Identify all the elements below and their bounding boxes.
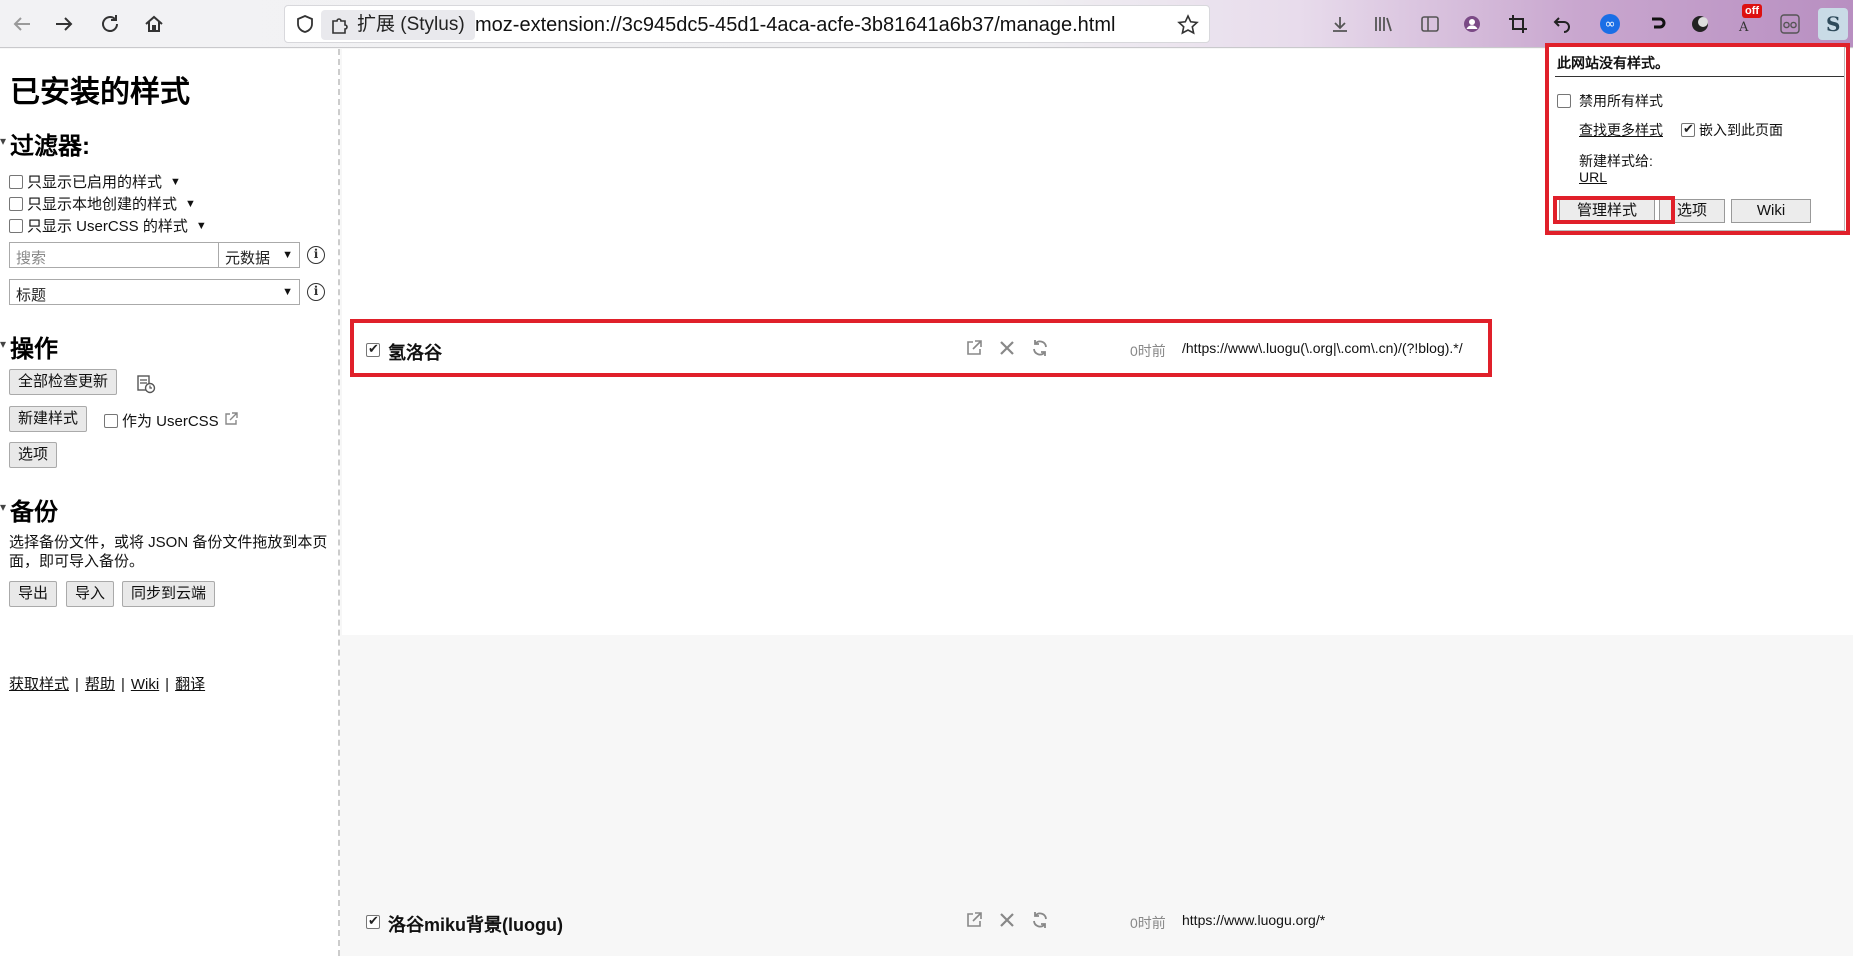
only-enabled-label: 只显示已启用的样式 (27, 174, 163, 191)
puzzle-icon (329, 15, 349, 35)
collapse-arrow-icon: ▾ (0, 500, 7, 514)
link-separator: | (165, 676, 170, 693)
link-separator: | (75, 676, 79, 693)
back-icon[interactable] (8, 10, 36, 38)
help-link[interactable]: 帮助 (85, 676, 115, 693)
highlight-outline (1553, 196, 1675, 224)
loop-extension-icon[interactable] (1644, 12, 1668, 36)
svg-text:S: S (1826, 12, 1840, 36)
search-scope-select[interactable]: 元数据 ▼ (218, 242, 300, 268)
style-enabled-checkbox[interactable] (366, 913, 380, 929)
chevron-down-icon[interactable]: ▼ (196, 220, 207, 232)
check-all-updates-button[interactable]: 全部检查更新 (9, 369, 118, 395)
collapse-arrow-icon: ▾ (0, 134, 7, 148)
as-usercss-label: 作为 UserCSS (122, 413, 219, 430)
only-usercss-checkbox[interactable] (9, 218, 23, 233)
actions-heading[interactable]: ▾ 操作 (0, 329, 58, 364)
backup-description: 选择备份文件，或将 JSON 备份文件拖放到本页面，即可导入备份。 (9, 534, 328, 570)
bookmark-star-icon[interactable] (1177, 14, 1199, 36)
chevron-down-icon[interactable]: ▼ (185, 198, 196, 210)
as-usercss-option[interactable]: 作为 UserCSS (104, 410, 239, 431)
search-input[interactable]: 搜索 (9, 242, 219, 268)
update-history-icon[interactable] (136, 374, 156, 399)
backup-heading[interactable]: ▾ 备份 (0, 492, 58, 527)
manager-sidebar: 已安装的样式 ▾ 过滤器: 只显示已启用的样式 ▼ 只显示本地创建的样式 ▼ 只… (0, 49, 340, 956)
extension-off-badge: off (1742, 4, 1763, 18)
account-icon[interactable] (1460, 12, 1484, 36)
home-icon[interactable] (140, 10, 168, 38)
glasses-extension-icon[interactable] (1778, 12, 1802, 36)
reload-icon[interactable] (96, 10, 124, 38)
search-scope-value: 元数据 (225, 250, 271, 267)
filter-only-enabled[interactable]: 只显示已启用的样式 ▼ (9, 171, 181, 192)
search-info-icon[interactable]: i (307, 246, 325, 264)
shield-icon[interactable] (295, 14, 315, 34)
page-title: 已安装的样式 (10, 76, 190, 109)
extension-identity-chip[interactable]: 扩展 (Stylus) (321, 10, 475, 40)
extension-chip-label: 扩展 (Stylus) (357, 14, 465, 35)
filters-heading[interactable]: ▾ 过滤器: (0, 126, 90, 161)
infinity-extension-icon[interactable]: ∞ (1598, 12, 1622, 36)
url-text[interactable]: moz-extension://3c945dc5-45d1-4aca-acfe-… (475, 6, 1115, 44)
collapse-arrow-icon: ▾ (0, 337, 7, 351)
footer-links: 获取样式 | 帮助 | Wiki | 翻译 (9, 673, 205, 694)
as-usercss-checkbox[interactable] (104, 413, 118, 428)
import-button[interactable]: 导入 (66, 581, 115, 607)
style-age: 0时前 (1130, 915, 1166, 931)
sort-value: 标题 (16, 287, 47, 304)
filter-only-usercss[interactable]: 只显示 UserCSS 的样式 ▼ (9, 215, 207, 236)
backup-heading-label: 备份 (10, 499, 58, 526)
actions-heading-label: 操作 (10, 336, 58, 363)
browser-toolbar: 扩展 (Stylus) moz-extension://3c945dc5-45d… (0, 0, 1853, 48)
get-styles-link[interactable]: 获取样式 (9, 676, 69, 693)
translate-link[interactable]: 翻译 (175, 676, 205, 693)
sync-cloud-button[interactable]: 同步到云端 (122, 581, 216, 607)
svg-text:A: A (1738, 20, 1749, 35)
sidebar-icon[interactable] (1418, 12, 1442, 36)
address-bar[interactable]: 扩展 (Stylus) moz-extension://3c945dc5-45d… (284, 5, 1210, 43)
style-entry[interactable]: 洛谷miku背景(luogu) 0时前 https://www.luogu.or… (356, 899, 1486, 943)
only-local-label: 只显示本地创建的样式 (27, 196, 178, 213)
style-name[interactable]: 洛谷miku背景(luogu) (388, 911, 563, 937)
translate-extension-icon[interactable]: A off (1734, 4, 1763, 36)
external-link-icon[interactable] (223, 411, 239, 431)
only-enabled-checkbox[interactable] (9, 174, 23, 189)
sort-info-icon[interactable]: i (307, 283, 325, 301)
svg-text:∞: ∞ (1605, 17, 1616, 32)
options-button[interactable]: 选项 (9, 442, 58, 468)
sort-select[interactable]: 标题 ▼ (9, 279, 300, 305)
delete-icon[interactable] (997, 911, 1017, 931)
download-icon[interactable] (1328, 12, 1352, 36)
export-button[interactable]: 导出 (9, 581, 58, 607)
library-icon[interactable] (1372, 12, 1396, 36)
filters-heading-label: 过滤器: (10, 133, 90, 160)
crop-icon[interactable] (1506, 12, 1530, 36)
chevron-down-icon: ▼ (282, 286, 293, 298)
check-update-icon[interactable] (1030, 911, 1050, 931)
highlight-outline (350, 319, 1492, 377)
style-applies-to: https://www.luogu.org/* (1182, 912, 1326, 928)
new-style-button[interactable]: 新建样式 (9, 406, 88, 432)
chevron-down-icon: ▼ (282, 249, 293, 261)
forward-icon[interactable] (50, 10, 78, 38)
only-usercss-label: 只显示 UserCSS 的样式 (27, 218, 188, 235)
stylus-extension-icon[interactable]: S (1818, 8, 1848, 40)
external-link-icon[interactable] (964, 911, 984, 931)
filter-only-local[interactable]: 只显示本地创建的样式 ▼ (9, 193, 196, 214)
only-local-checkbox[interactable] (9, 196, 23, 211)
search-placeholder: 搜索 (16, 250, 47, 267)
link-separator: | (120, 676, 125, 693)
undo-icon[interactable] (1550, 12, 1574, 36)
chevron-down-icon[interactable]: ▼ (170, 176, 181, 188)
wiki-link[interactable]: Wiki (131, 676, 159, 693)
dark-mode-extension-icon[interactable] (1688, 12, 1712, 36)
